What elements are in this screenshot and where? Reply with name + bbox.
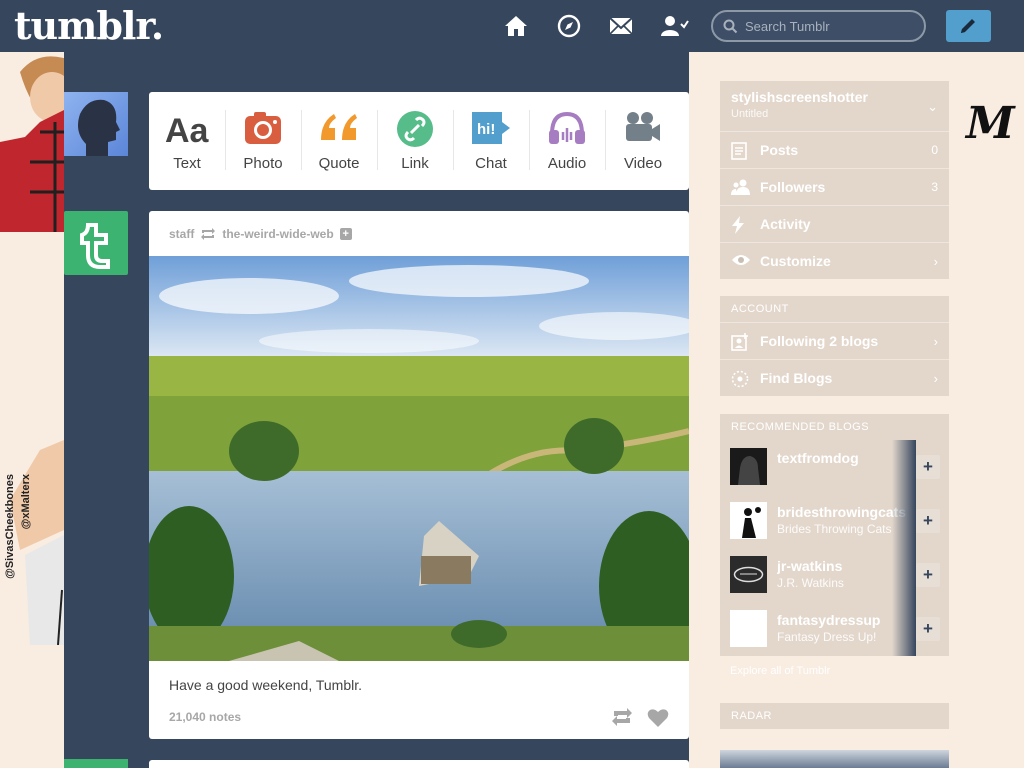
notes-count[interactable]: 21,040 notes [169, 710, 241, 724]
decorative-letter: M [966, 98, 1015, 149]
chevron-right-icon: › [933, 371, 938, 386]
recommended-blog-row[interactable]: bridesthrowingcats Brides Throwing Cats … [720, 494, 949, 548]
compose-button[interactable] [946, 10, 991, 42]
post-image-landscape[interactable] [149, 256, 689, 661]
svg-text:hi!: hi! [477, 121, 495, 138]
followers-icon [731, 179, 750, 195]
radar-section-title: RADAR [720, 703, 949, 729]
avatar-silhouette-icon [78, 99, 120, 156]
reblog-icon[interactable] [611, 708, 633, 726]
post-type-text[interactable]: Aa Text [149, 92, 225, 190]
eye-icon [732, 255, 750, 265]
search-icon [723, 19, 738, 34]
post-type-photo[interactable]: Photo [225, 92, 301, 190]
blog-title: Untitled [731, 108, 769, 120]
sidebar-item-customize[interactable]: Customize › [720, 242, 949, 279]
follow-add-button[interactable]: + [916, 455, 940, 479]
post-header: staff the-weird-wide-web + [169, 227, 352, 241]
sidebar-item-activity[interactable]: Activity [720, 205, 949, 242]
headphones-icon [549, 111, 585, 144]
search-box[interactable] [711, 10, 926, 42]
account-section-title: ACCOUNT [720, 296, 949, 322]
post-type-link[interactable]: Link [377, 92, 453, 190]
post-type-quote[interactable]: Quote [301, 92, 377, 190]
top-bar: tumblr. [0, 0, 1024, 52]
radar-image[interactable] [720, 750, 949, 768]
link-icon [397, 111, 433, 147]
recommended-blog-avatar[interactable] [730, 502, 767, 539]
sidebar-item-following[interactable]: Following 2 blogs › [720, 322, 949, 359]
recommended-blog-avatar[interactable] [730, 556, 767, 593]
dashboard-post: staff the-weird-wide-web + Have a good w… [149, 211, 689, 739]
home-icon[interactable] [503, 13, 529, 39]
posts-icon [731, 142, 747, 160]
sidebar-item-posts[interactable]: Posts 0 [720, 131, 949, 168]
follow-add-button[interactable]: + [916, 617, 940, 641]
photo-credit: @SivasCheekbones @xMalterx [4, 474, 32, 579]
follow-add-button[interactable]: + [916, 509, 940, 533]
following-icon [731, 333, 748, 351]
recommended-blog-avatar[interactable] [730, 610, 767, 647]
text-icon: Aa [165, 112, 209, 146]
search-input[interactable] [745, 17, 915, 35]
bride-silhouette-icon [730, 502, 767, 539]
post-type-audio[interactable]: Audio [529, 92, 605, 190]
explore-link[interactable]: Explore all of Tumblr [730, 665, 830, 677]
recommended-blog-row[interactable]: textfromdog + [720, 440, 949, 494]
post-author[interactable]: staff [169, 227, 194, 241]
tumblr-t-icon [80, 223, 110, 269]
tumblr-logo[interactable]: tumblr. [14, 3, 164, 48]
svg-text:Aa: Aa [165, 112, 209, 146]
recommended-blog-avatar[interactable] [730, 448, 767, 485]
post-type-video[interactable]: Video [605, 92, 681, 190]
explore-icon[interactable] [556, 13, 582, 39]
heart-icon[interactable] [647, 708, 669, 728]
follow-plus-icon[interactable]: + [339, 228, 352, 240]
chevron-right-icon: › [933, 334, 938, 349]
staff-avatar[interactable] [64, 211, 128, 275]
inbox-icon[interactable] [608, 13, 634, 39]
quote-icon [321, 114, 357, 140]
dog-silhouette-icon [730, 448, 767, 485]
chevron-right-icon: › [933, 254, 938, 269]
chevron-down-icon[interactable]: ⌄ [927, 99, 938, 115]
user-avatar[interactable] [64, 92, 128, 156]
chat-icon: hi! [472, 112, 510, 144]
sidebar-item-find-blogs[interactable]: Find Blogs › [720, 359, 949, 396]
video-camera-icon [626, 112, 660, 141]
watkins-logo-icon [730, 556, 767, 593]
compose-icon [961, 19, 975, 33]
post-type-bar: Aa Text Photo Quote Link hi! Chat Audio … [149, 92, 689, 190]
next-post-avatar[interactable] [64, 759, 128, 768]
post-type-chat[interactable]: hi! Chat [453, 92, 529, 190]
sidebar-item-followers[interactable]: Followers 3 [720, 168, 949, 205]
reblog-small-icon [201, 228, 216, 240]
camera-icon [245, 112, 281, 144]
recommended-blog-row[interactable]: fantasydressup Fantasy Dress Up! + [720, 602, 949, 656]
blog-name: stylishscreenshotter [731, 89, 868, 105]
follow-add-button[interactable]: + [916, 563, 940, 587]
reblog-source[interactable]: the-weird-wide-web [222, 227, 333, 241]
recommended-blog-row[interactable]: jr-watkins J.R. Watkins + [720, 548, 949, 602]
blog-header[interactable]: stylishscreenshotter Untitled ⌄ [720, 81, 949, 131]
post-caption: Have a good weekend, Tumblr. [169, 677, 363, 693]
next-post [149, 760, 689, 768]
recommended-section-title: RECOMMENDED BLOGS [720, 414, 949, 440]
account-icon[interactable] [660, 13, 690, 39]
activity-icon [732, 216, 744, 234]
find-blogs-icon [731, 370, 749, 388]
